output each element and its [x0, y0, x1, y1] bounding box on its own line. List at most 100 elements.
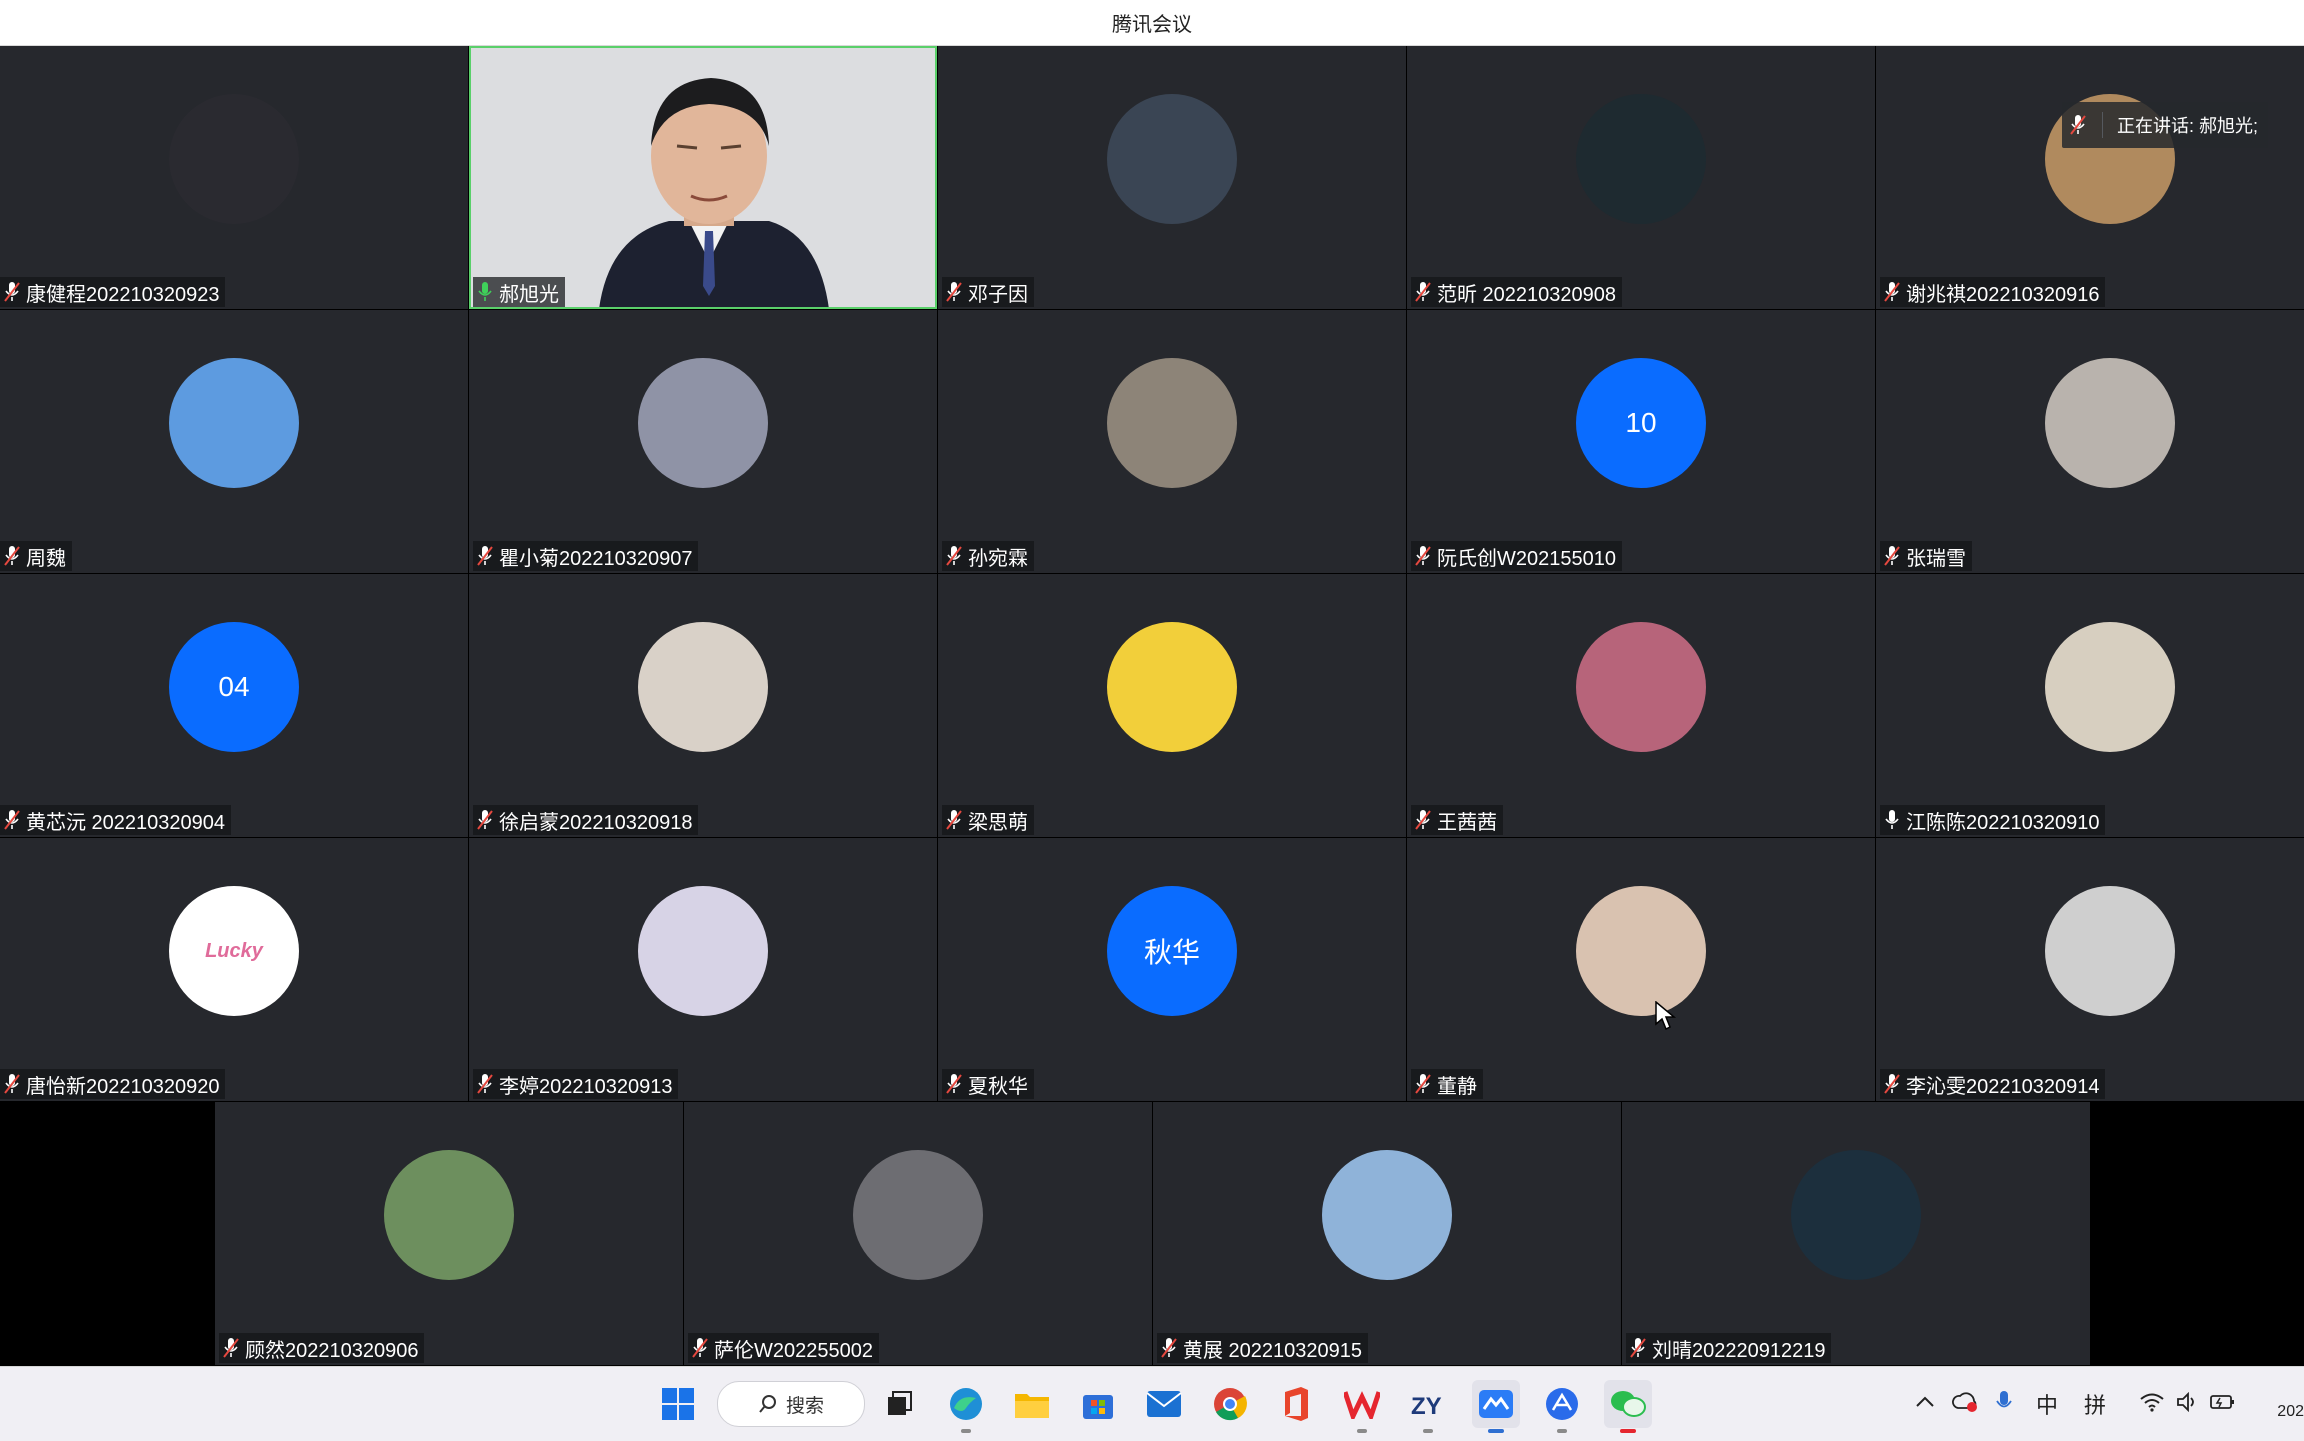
- task-view-icon[interactable]: [875, 1380, 923, 1428]
- muted-mic-icon: [477, 546, 493, 566]
- participant-name-tag: 范昕 202210320908: [1411, 277, 1623, 307]
- participant-name-tag: 郝旭光: [473, 277, 565, 307]
- window-titlebar: 腾讯会议: [0, 0, 2304, 46]
- ime-name[interactable]: 拼: [2084, 1388, 2106, 1420]
- battery-icon[interactable]: [2210, 1392, 2236, 1417]
- participant-tile[interactable]: 邓子因: [938, 46, 1406, 309]
- participant-tile[interactable]: 郝旭光: [469, 46, 937, 309]
- participant-name-tag: 董静: [1411, 1069, 1483, 1099]
- participant-name-tag: 王茜茜: [1411, 805, 1503, 835]
- participant-tile[interactable]: Lucky 唐怡新202210320920: [0, 838, 468, 1101]
- svg-text:ZY: ZY: [1411, 1393, 1442, 1419]
- muted-mic-icon: [946, 810, 962, 830]
- participant-name-tag: 瞿小菊202210320907: [473, 541, 699, 571]
- muted-mic-icon: [946, 282, 962, 302]
- participant-name: 瞿小菊202210320907: [499, 547, 693, 570]
- muted-mic-icon: [946, 1074, 962, 1094]
- participant-tile[interactable]: 顾然202210320906: [215, 1102, 683, 1365]
- search-label: 搜索: [785, 1395, 824, 1417]
- participant-name: 康健程202210320923: [26, 283, 220, 306]
- initials-avatar: 04: [169, 622, 299, 752]
- participant-name-tag: 孙宛霖: [942, 541, 1034, 571]
- tencent-meeting-icon[interactable]: [1472, 1380, 1520, 1433]
- participant-tile[interactable]: 瞿小菊202210320907: [469, 310, 937, 573]
- participant-name-tag: 江陈陈202210320910: [1880, 805, 2106, 835]
- participant-name: 孙宛霖: [968, 547, 1028, 570]
- participant-tile[interactable]: 梁思萌: [938, 574, 1406, 837]
- participant-tile[interactable]: 刘晴202220912219: [1622, 1102, 2090, 1365]
- wechat-icon[interactable]: [1604, 1380, 1652, 1433]
- participant-name: 夏秋华: [968, 1075, 1028, 1098]
- ime-mode[interactable]: 中: [2036, 1388, 2058, 1420]
- participant-name-tag: 夏秋华: [942, 1069, 1034, 1099]
- participant-tile[interactable]: 萨伦W202255002: [684, 1102, 1152, 1365]
- speaking-indicator[interactable]: 正在讲话: 郝旭光;: [2061, 102, 2268, 148]
- participant-name-tag: 徐启蒙202210320918: [473, 805, 699, 835]
- search-icon: [759, 1395, 776, 1413]
- avatar-text: Lucky: [205, 939, 263, 962]
- participant-tile[interactable]: 董静: [1407, 838, 1875, 1101]
- participant-name: 萨伦W202255002: [714, 1339, 873, 1362]
- initials-avatar: 秋华: [1107, 886, 1237, 1016]
- participant-tile[interactable]: 黄展 202210320915: [1153, 1102, 1621, 1365]
- clock[interactable]: 202: [2277, 1403, 2304, 1421]
- file-explorer-icon[interactable]: [1008, 1380, 1056, 1428]
- participant-name-tag: 黄展 202210320915: [1157, 1333, 1369, 1363]
- white-cat-avatar: [638, 622, 768, 752]
- participant-tile[interactable]: 王茜茜: [1407, 574, 1875, 837]
- participant-tile[interactable]: 孙宛霖: [938, 310, 1406, 573]
- muted-mic-icon: [1884, 1074, 1900, 1094]
- panda-cartoon-avatar: [638, 886, 768, 1016]
- participant-tile[interactable]: 张瑞雪: [1876, 310, 2304, 573]
- participant-tile[interactable]: 李婷202210320913: [469, 838, 937, 1101]
- feishu-icon[interactable]: [1538, 1380, 1586, 1433]
- wps-icon[interactable]: [1338, 1380, 1386, 1433]
- participant-name-tag: 邓子因: [942, 277, 1034, 307]
- robot-toy-photo-avatar: [169, 94, 299, 224]
- sky-clouds-avatar: [169, 358, 299, 488]
- muted-mic-icon: [477, 810, 493, 830]
- wifi-icon[interactable]: [2140, 1392, 2164, 1417]
- participant-name-tag: 张瑞雪: [1880, 541, 1972, 571]
- yellow-binoculars-avatar: [1107, 622, 1237, 752]
- office-icon[interactable]: [1272, 1380, 1320, 1428]
- windows-start-icon[interactable]: [654, 1380, 702, 1428]
- girl-bangs-avatar: [1576, 886, 1706, 1016]
- zy-app-icon[interactable]: ZY: [1404, 1380, 1452, 1433]
- divider: [2101, 112, 2103, 138]
- participant-tile[interactable]: 10 阮氏创W202155010: [1407, 310, 1875, 573]
- mail-icon[interactable]: [1140, 1380, 1188, 1428]
- participant-name-tag: 李沁雯202210320914: [1880, 1069, 2106, 1099]
- taskbar: 搜索 ZY 中 拼 202: [0, 1366, 2304, 1441]
- participant-name: 阮氏创W202155010: [1437, 547, 1616, 570]
- flying-pig-avatar: [1322, 1150, 1452, 1280]
- participant-name: 江陈陈202210320910: [1906, 811, 2100, 834]
- participant-name-tag: 梁思萌: [942, 805, 1034, 835]
- participant-tile[interactable]: 谢兆祺202210320916: [1876, 46, 2304, 309]
- participant-name-tag: 萨伦W202255002: [688, 1333, 879, 1363]
- participant-tile[interactable]: 周魏: [0, 310, 468, 573]
- edge-icon[interactable]: [942, 1380, 990, 1433]
- participant-tile[interactable]: 04 黄芯沅 202210320904: [0, 574, 468, 837]
- participant-name: 郝旭光: [499, 283, 559, 306]
- participant-name-tag: 唐怡新202210320920: [0, 1069, 226, 1099]
- participant-name-tag: 阮氏创W202155010: [1411, 541, 1622, 571]
- microphone-icon[interactable]: [1996, 1390, 2012, 1419]
- system-tray: 中 拼: [1916, 1367, 2236, 1441]
- anime-boy-avatar: [1107, 94, 1237, 224]
- participant-name: 王茜茜: [1437, 811, 1497, 834]
- chevron-up-icon[interactable]: [1916, 1395, 1934, 1413]
- taskbar-search-button[interactable]: 搜索: [717, 1381, 865, 1427]
- participant-tile[interactable]: 秋华夏秋华: [938, 838, 1406, 1101]
- participant-tile[interactable]: 徐启蒙202210320918: [469, 574, 937, 837]
- participant-tile[interactable]: 江陈陈202210320910: [1876, 574, 2304, 837]
- muted-mic-icon: [4, 282, 20, 302]
- participant-tile[interactable]: 康健程202210320923: [0, 46, 468, 309]
- chrome-icon[interactable]: [1206, 1380, 1254, 1428]
- participant-tile[interactable]: 范昕 202210320908: [1407, 46, 1875, 309]
- store-icon[interactable]: [1074, 1380, 1122, 1428]
- cloud-error-icon[interactable]: [1952, 1391, 1978, 1417]
- muted-mic-icon: [477, 1074, 493, 1094]
- participant-tile[interactable]: 李沁雯202210320914: [1876, 838, 2304, 1101]
- volume-icon[interactable]: [2176, 1391, 2198, 1417]
